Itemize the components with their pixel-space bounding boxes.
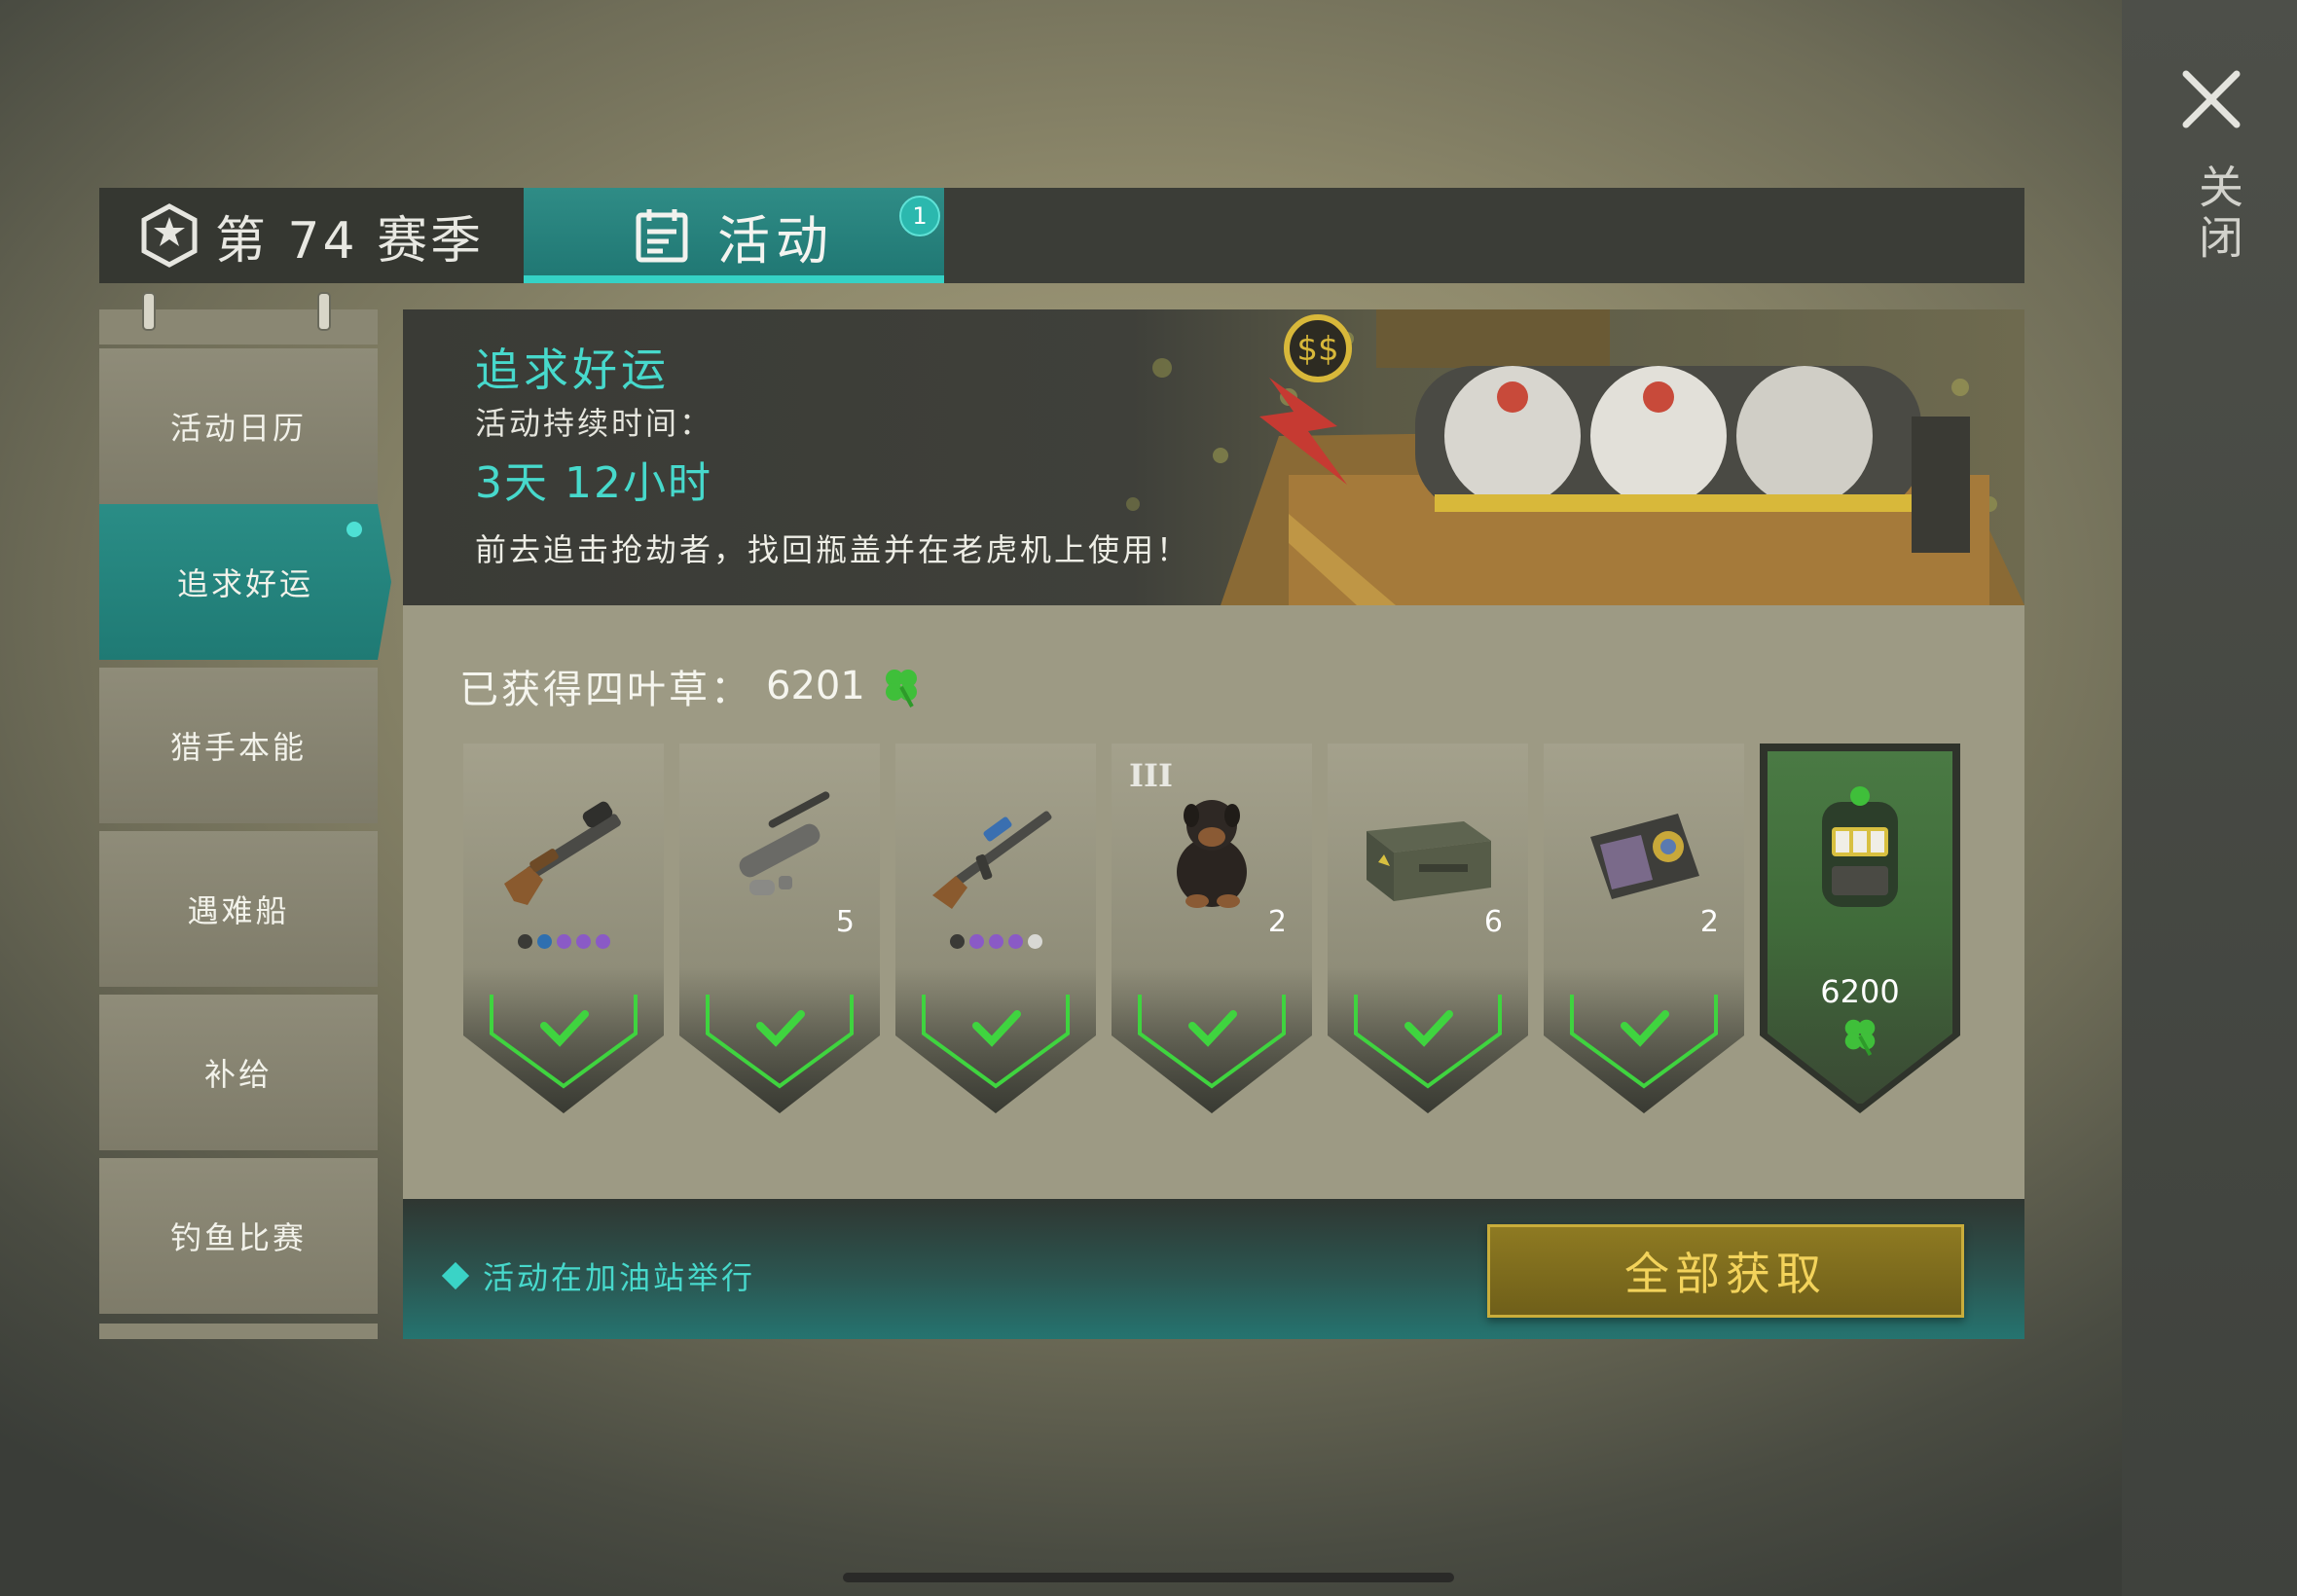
close-label[interactable]: 关闭: [2176, 163, 2244, 265]
slot-machine-truck-illustration: $$: [1126, 309, 2024, 605]
notification-badge: 1: [899, 196, 940, 236]
event-title: 追求好运: [475, 344, 670, 396]
reward-slot[interactable]: III 2: [1112, 744, 1312, 1113]
sidebar-bottom-edge: [99, 1324, 378, 1339]
claimed-check-icon: [490, 995, 638, 1089]
event-description: 前去追击抢劫者，找回瓶盖并在老虎机上使用！: [475, 531, 1191, 568]
four-leaf-clover-icon: [885, 670, 917, 707]
sidebar-item-label: 遇难船: [187, 892, 290, 929]
slot-machine-icon: [1822, 786, 1898, 907]
sidebar: 活动日历 追求好运 猎手本能 遇难船 补给 钓鱼比赛: [99, 292, 391, 1339]
close-icon[interactable]: [2172, 60, 2250, 138]
event-footer: 活动在加油站举行 全部获取: [403, 1199, 2024, 1339]
reward-count: 2: [1267, 905, 1287, 939]
reward-cost: 6200: [1820, 973, 1900, 1010]
rarity-dots: [895, 934, 1096, 949]
reward-count: 6: [1483, 905, 1503, 939]
clover-counter-label: 已获得四叶草：: [459, 668, 752, 712]
tab-bar: 第 74 赛季 活动 1: [99, 188, 2024, 283]
four-leaf-clover-icon: [1844, 1019, 1876, 1057]
tab-events-label: 活动: [717, 209, 834, 272]
military-crate-icon: [1367, 821, 1491, 901]
reward-count: 2: [1699, 905, 1719, 939]
tab-events[interactable]: 活动: [524, 188, 944, 283]
duration-label: 活动持续时间：: [475, 405, 714, 442]
sidebar-item-label: 追求好运: [176, 565, 313, 602]
calendar-icon: [636, 209, 688, 263]
sidebar-item-fishing-contest[interactable]: 钓鱼比赛: [99, 1158, 378, 1314]
clover-counter: 已获得四叶草： 6201: [459, 658, 924, 714]
claimed-check-icon: [1570, 995, 1718, 1089]
home-indicator[interactable]: [843, 1573, 1454, 1582]
sidebar-item-supply[interactable]: 补给: [99, 995, 378, 1150]
clover-counter-value: 6201: [766, 664, 865, 708]
svg-text:$$: $$: [1296, 330, 1338, 369]
tab-season-label: 第 74 赛季: [214, 211, 485, 271]
dog-icon: [1177, 800, 1247, 908]
active-tab-underline: [524, 275, 944, 283]
shotgun-icon: [504, 801, 621, 905]
reward-slot[interactable]: 2: [1544, 744, 1744, 1113]
claimed-check-icon: [1138, 995, 1286, 1089]
sidebar-item-shipwreck[interactable]: 遇难船: [99, 831, 378, 987]
season-shield-icon: [141, 203, 198, 268]
event-location-info: 活动在加油站举行: [441, 1253, 756, 1298]
diamond-bullet-icon: [441, 1261, 470, 1290]
sidebar-item-hunter-instinct[interactable]: 猎手本能: [99, 668, 378, 823]
rarity-dots: [463, 934, 664, 949]
reward-slot[interactable]: 6: [1328, 744, 1528, 1113]
sidebar-item-label: 猎手本能: [169, 729, 307, 766]
reward-slot[interactable]: [463, 744, 664, 1113]
reward-track: 5 III 2 6 2 6200: [463, 744, 1982, 1133]
reward-slot-final[interactable]: 6200: [1760, 744, 1960, 1113]
new-dot-indicator: [346, 522, 362, 537]
sidebar-item-event-calendar[interactable]: 活动日历: [99, 348, 378, 504]
sidebar-item-label: 补给: [203, 1056, 273, 1093]
badge-wallet-icon: [1590, 814, 1699, 899]
sidebar-item-label: 钓鱼比赛: [169, 1219, 307, 1256]
weapon-parts-icon: [739, 791, 830, 895]
reward-count: 5: [835, 905, 855, 939]
sidebar-top-edge: [99, 292, 378, 345]
claim-all-button[interactable]: 全部获取: [1487, 1224, 1964, 1318]
event-location-text: 活动在加油站举行: [483, 1259, 756, 1296]
sidebar-item-label: 活动日历: [169, 410, 307, 447]
claimed-check-icon: [922, 995, 1070, 1089]
claimed-check-icon: [1354, 995, 1502, 1089]
assault-rifle-icon: [932, 811, 1052, 909]
close-button[interactable]: [2172, 60, 2250, 138]
reward-slot[interactable]: 5: [679, 744, 880, 1113]
event-panel: $$ 追求好运 活动持续时间： 3天 12小时 前去追击抢劫者，找回瓶盖并在老虎…: [403, 309, 2024, 1339]
claimed-check-icon: [706, 995, 854, 1089]
tab-season[interactable]: 第 74 赛季: [99, 188, 524, 283]
reward-slot[interactable]: [895, 744, 1096, 1113]
sidebar-item-pursue-luck[interactable]: 追求好运: [99, 504, 391, 660]
event-banner: $$ 追求好运 活动持续时间： 3天 12小时 前去追击抢劫者，找回瓶盖并在老虎…: [403, 309, 2024, 605]
pin-icon: [142, 292, 156, 331]
duration-value: 3天 12小时: [475, 458, 712, 508]
pin-icon: [317, 292, 331, 331]
